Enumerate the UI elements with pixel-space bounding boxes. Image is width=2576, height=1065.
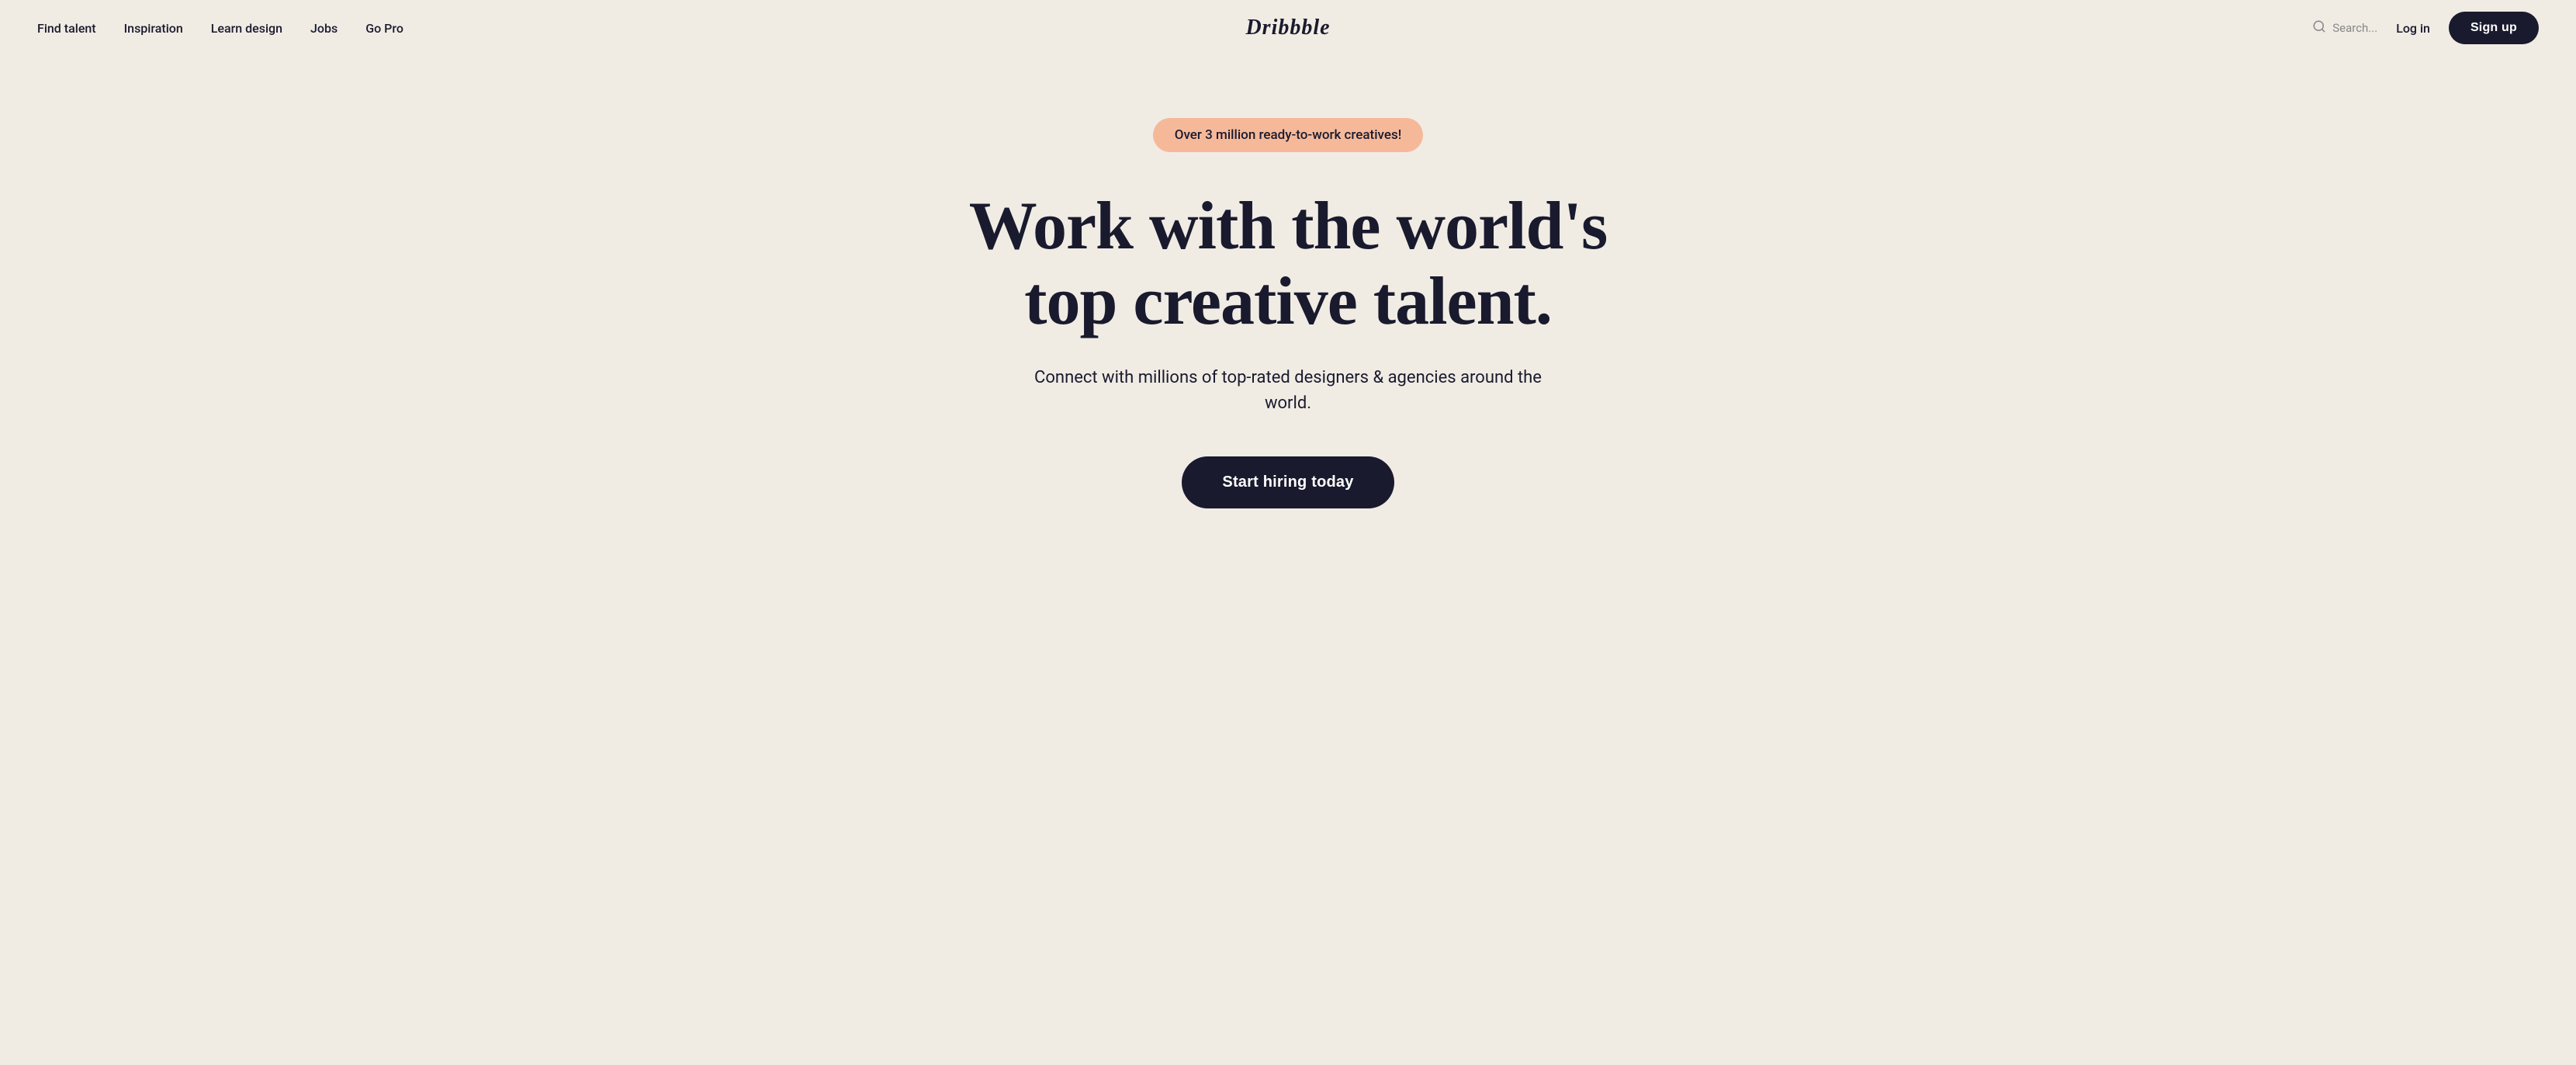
login-link[interactable]: Log in (2396, 21, 2430, 36)
nav-learn-design[interactable]: Learn design (211, 21, 282, 36)
nav-left: Find talent Inspiration Learn design Job… (37, 21, 403, 36)
nav-jobs[interactable]: Jobs (310, 21, 338, 36)
navbar: Find talent Inspiration Learn design Job… (0, 0, 2576, 56)
start-hiring-button[interactable]: Start hiring today (1182, 456, 1394, 508)
nav-right: Search... Log in Sign up (2312, 12, 2539, 44)
nav-center: Dribbble (1245, 16, 1330, 40)
hero-badge: Over 3 million ready-to-work creatives! (1153, 118, 1423, 152)
logo[interactable]: Dribbble (1245, 16, 1330, 40)
hero-section: Over 3 million ready-to-work creatives! … (0, 56, 2576, 602)
search-bar[interactable]: Search... (2312, 19, 2377, 36)
search-label: Search... (2332, 21, 2377, 35)
nav-find-talent[interactable]: Find talent (37, 21, 96, 36)
search-icon (2312, 19, 2326, 36)
hero-subtitle: Connect with millions of top-rated desig… (1016, 365, 1560, 416)
hero-title: Work with the world's top creative talen… (939, 189, 1637, 340)
nav-go-pro[interactable]: Go Pro (365, 21, 403, 36)
signup-button[interactable]: Sign up (2449, 12, 2539, 44)
nav-inspiration[interactable]: Inspiration (124, 21, 183, 36)
